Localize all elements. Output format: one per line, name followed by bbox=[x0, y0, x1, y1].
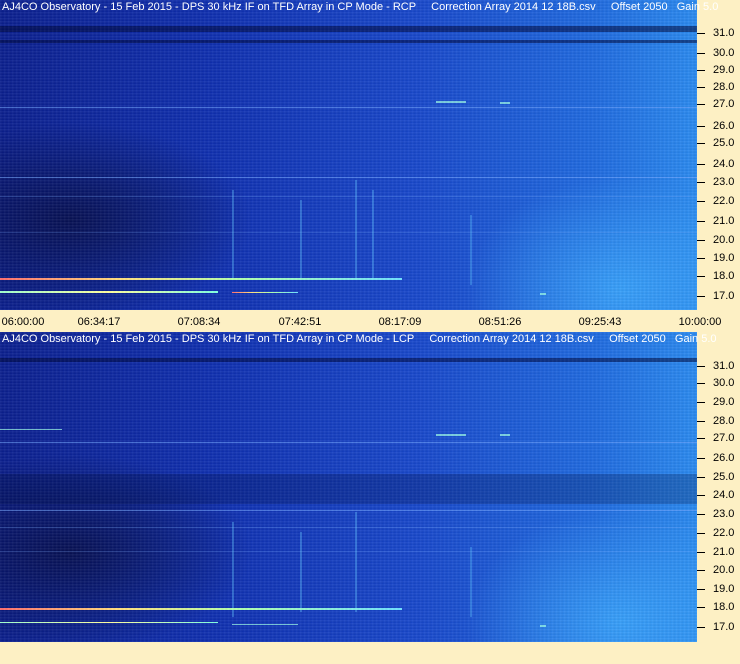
bottom-strip bbox=[0, 644, 740, 664]
freq-tick-label: 23.0 bbox=[713, 508, 735, 520]
freq-tick-label: 18.0 bbox=[713, 270, 735, 282]
time-tick-label: 09:25:43 bbox=[578, 316, 622, 328]
rcp-spectrogram bbox=[0, 0, 697, 310]
freq-tick-label: 31.0 bbox=[713, 27, 735, 39]
rcp-frequency-axis: 31.0 30.0 29.0 28.0 27.0 26.0 25.0 24.0 … bbox=[697, 0, 740, 310]
freq-tick-label: 30.0 bbox=[713, 377, 735, 389]
freq-tick-label: 31.0 bbox=[713, 360, 735, 372]
freq-tick-label: 21.0 bbox=[713, 215, 735, 227]
freq-tick-label: 17.0 bbox=[713, 621, 735, 633]
lcp-panel: AJ4CO Observatory - 15 Feb 2015 - DPS 30… bbox=[0, 332, 740, 644]
lcp-frequency-axis: 31.0 30.0 29.0 28.0 27.0 26.0 25.0 24.0 … bbox=[697, 332, 740, 642]
time-tick-label: 08:51:26 bbox=[478, 316, 522, 328]
freq-tick-label: 22.0 bbox=[713, 195, 735, 207]
freq-tick-label: 27.0 bbox=[713, 98, 735, 110]
time-tick-label: 06:34:17 bbox=[77, 316, 121, 328]
freq-tick-label: 18.0 bbox=[713, 601, 735, 613]
freq-tick-label: 25.0 bbox=[713, 137, 735, 149]
freq-tick-label: 24.0 bbox=[713, 489, 735, 501]
freq-tick-label: 17.0 bbox=[713, 290, 735, 302]
freq-tick-label: 20.0 bbox=[713, 234, 735, 246]
lcp-spectrogram bbox=[0, 332, 697, 642]
freq-tick-label: 28.0 bbox=[713, 415, 735, 427]
freq-tick-label: 30.0 bbox=[713, 47, 735, 59]
time-tick-label: 06:00:00 bbox=[1, 316, 45, 328]
freq-tick-label: 28.0 bbox=[713, 81, 735, 93]
freq-tick-label: 20.0 bbox=[713, 564, 735, 576]
freq-tick-label: 22.0 bbox=[713, 527, 735, 539]
rcp-panel: AJ4CO Observatory - 15 Feb 2015 - DPS 30… bbox=[0, 0, 740, 312]
time-tick-label: 08:17:09 bbox=[378, 316, 422, 328]
freq-tick-label: 27.0 bbox=[713, 432, 735, 444]
rcp-title: AJ4CO Observatory - 15 Feb 2015 - DPS 30… bbox=[2, 1, 719, 13]
time-tick-label: 10:00:00 bbox=[678, 316, 722, 328]
time-tick-label: 07:08:34 bbox=[177, 316, 221, 328]
time-tick-label: 07:42:51 bbox=[278, 316, 322, 328]
lcp-title: AJ4CO Observatory - 15 Feb 2015 - DPS 30… bbox=[2, 333, 717, 345]
freq-tick-label: 23.0 bbox=[713, 176, 735, 188]
freq-tick-label: 29.0 bbox=[713, 64, 735, 76]
time-axis: 06:00:00 06:34:17 07:08:34 07:42:51 08:1… bbox=[0, 312, 740, 332]
freq-tick-label: 24.0 bbox=[713, 158, 735, 170]
freq-tick-label: 26.0 bbox=[713, 452, 735, 464]
freq-tick-label: 19.0 bbox=[713, 252, 735, 264]
freq-tick-label: 25.0 bbox=[713, 471, 735, 483]
freq-tick-label: 26.0 bbox=[713, 120, 735, 132]
freq-tick-label: 19.0 bbox=[713, 583, 735, 595]
freq-tick-label: 29.0 bbox=[713, 396, 735, 408]
freq-tick-label: 21.0 bbox=[713, 546, 735, 558]
